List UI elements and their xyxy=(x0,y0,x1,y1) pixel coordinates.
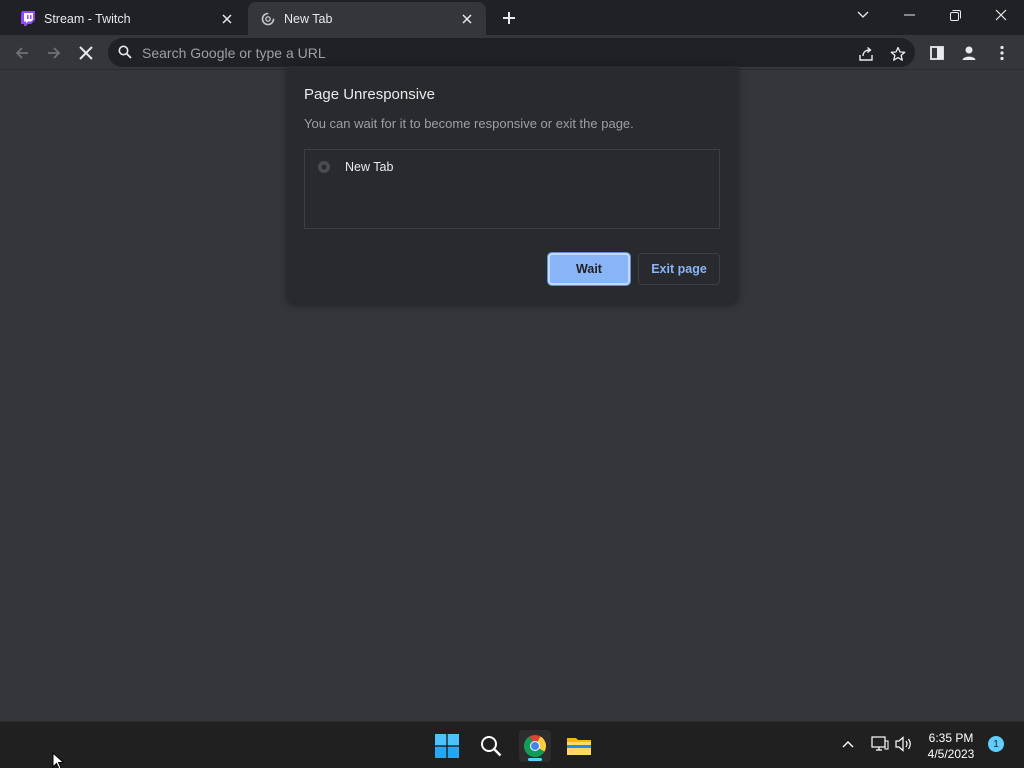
side-panel-icon xyxy=(930,46,944,60)
omnibox[interactable]: Search Google or type a URL xyxy=(108,38,915,67)
minimize-icon xyxy=(903,14,915,16)
loading-icon xyxy=(260,11,276,27)
active-app-indicator xyxy=(528,758,542,761)
arrow-left-icon xyxy=(15,47,28,59)
restore-icon xyxy=(949,9,961,21)
more-vert-icon xyxy=(1000,45,1004,61)
restore-button[interactable] xyxy=(932,0,978,30)
file-explorer-button[interactable] xyxy=(563,730,595,762)
list-item: New Tab xyxy=(317,160,393,174)
bookmark-button[interactable] xyxy=(888,44,908,64)
speaker-icon xyxy=(895,736,911,752)
close-icon xyxy=(995,9,1007,21)
wait-button[interactable]: Wait xyxy=(548,253,630,285)
start-button[interactable] xyxy=(431,730,463,762)
search-icon xyxy=(481,736,502,757)
close-icon[interactable] xyxy=(218,10,236,28)
side-panel-button[interactable] xyxy=(923,39,951,67)
tab-title: Stream - Twitch xyxy=(44,11,131,26)
taskbar: 6:35 PM 4/5/2023 xyxy=(0,721,1024,768)
tab-twitch[interactable]: Stream - Twitch xyxy=(8,2,246,35)
profile-button[interactable] xyxy=(955,39,983,67)
chevron-down-icon xyxy=(857,11,869,18)
browser-toolbar: Search Google or type a URL xyxy=(0,35,1024,70)
share-icon xyxy=(859,46,873,61)
show-hidden-icons-button[interactable] xyxy=(838,734,858,754)
volume-button[interactable] xyxy=(894,734,914,754)
tab-search-button[interactable] xyxy=(840,0,886,30)
chevron-up-icon xyxy=(842,741,854,748)
mouse-cursor-icon xyxy=(52,751,66,768)
clock-time: 6:35 PM xyxy=(928,731,974,745)
chrome-icon xyxy=(524,735,546,757)
chrome-page-icon xyxy=(317,160,331,174)
menu-button[interactable] xyxy=(988,39,1016,67)
forward-button[interactable] xyxy=(40,39,68,67)
dialog-title: Page Unresponsive xyxy=(304,86,435,103)
clock-date: 4/5/2023 xyxy=(927,747,975,761)
exit-page-button[interactable]: Exit page xyxy=(638,253,720,285)
close-window-button[interactable] xyxy=(978,0,1024,30)
avatar-icon xyxy=(962,46,976,60)
page-title: New Tab xyxy=(345,160,394,174)
new-tab-button[interactable] xyxy=(498,7,520,29)
share-button[interactable] xyxy=(856,44,876,64)
star-icon xyxy=(890,46,906,61)
tab-new-tab[interactable]: New Tab xyxy=(248,2,486,35)
network-icon xyxy=(871,736,889,751)
plus-icon xyxy=(503,12,515,24)
omnibox-placeholder: Search Google or type a URL xyxy=(142,44,326,61)
windows-icon xyxy=(435,734,459,758)
arrow-right-icon xyxy=(48,47,61,59)
clock[interactable]: 6:35 PM 4/5/2023 xyxy=(922,730,980,762)
search-icon xyxy=(118,45,134,61)
tab-title: New Tab xyxy=(284,11,333,26)
search-button[interactable] xyxy=(475,730,507,762)
stop-button[interactable] xyxy=(72,39,100,67)
tab-strip: Stream - Twitch New Tab xyxy=(0,0,1024,35)
minimize-button[interactable] xyxy=(886,0,932,30)
folder-icon xyxy=(567,738,591,755)
close-icon[interactable] xyxy=(458,10,476,28)
page-unresponsive-dialog: Page Unresponsive You can wait for it to… xyxy=(287,66,738,303)
notification-badge[interactable]: 1 xyxy=(988,736,1004,752)
dialog-message: You can wait for it to become responsive… xyxy=(304,116,634,131)
back-button[interactable] xyxy=(8,39,36,67)
network-button[interactable] xyxy=(870,734,890,754)
stop-icon xyxy=(79,46,93,60)
unresponsive-page-list: New Tab xyxy=(304,149,720,229)
twitch-icon xyxy=(20,11,36,27)
